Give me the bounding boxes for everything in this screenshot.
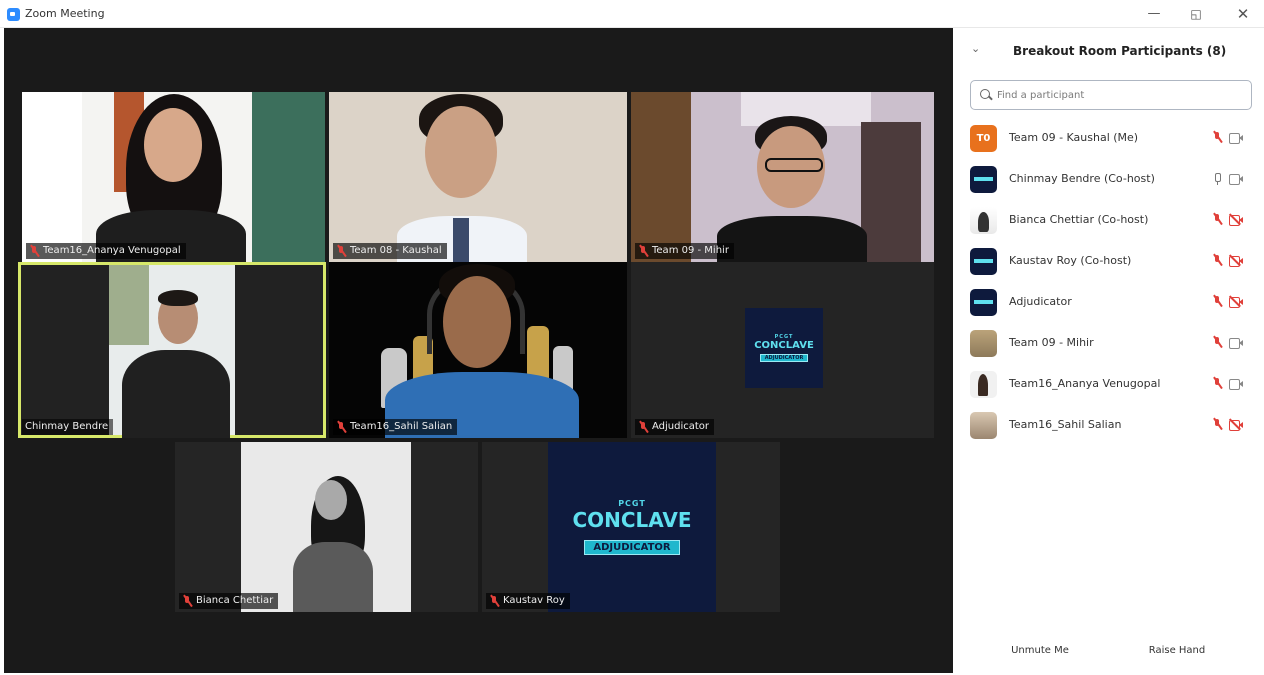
mic-muted-icon: [638, 421, 648, 433]
video-tile[interactable]: PCGT CONCLAVE ADJUDICATOR Adjudicator: [631, 262, 934, 438]
minimize-button[interactable]: —: [1139, 4, 1169, 24]
tile-label: Team16_Ananya Venugopal: [26, 243, 186, 259]
mic-muted-icon: [489, 595, 499, 607]
title-bar: Zoom Meeting — ◱ ✕: [0, 0, 1264, 28]
avatar: [970, 371, 997, 398]
close-button[interactable]: ✕: [1228, 4, 1258, 24]
video-tile[interactable]: Team16_Sahil Salian: [329, 262, 627, 438]
mic-muted-icon[interactable]: [1212, 254, 1222, 268]
camera-off-icon[interactable]: [1228, 213, 1243, 226]
zoom-app-icon: [7, 8, 20, 21]
participant-search[interactable]: [970, 80, 1252, 110]
camera-icon[interactable]: [1229, 338, 1243, 349]
camera-off-icon[interactable]: [1228, 418, 1243, 431]
participant-row[interactable]: Kaustav Roy (Co-host): [953, 240, 1264, 281]
tile-label: Bianca Chettiar: [179, 593, 279, 609]
mic-muted-icon[interactable]: [1212, 377, 1222, 391]
window-title: Zoom Meeting: [25, 7, 105, 20]
participant-name: Adjudicator: [1009, 295, 1072, 308]
collapse-chevron-icon[interactable]: ⌄: [971, 42, 980, 55]
mic-icon[interactable]: [1212, 172, 1222, 186]
camera-off-icon[interactable]: [1228, 254, 1243, 267]
avatar: [970, 289, 997, 316]
tile-label: Team 08 - Kaushal: [333, 243, 447, 259]
participants-panel: ⌄ Breakout Room Participants (8) T0 Team…: [953, 28, 1264, 675]
mic-muted-icon[interactable]: [1212, 336, 1222, 350]
video-tile[interactable]: Team 08 - Kaushal: [329, 92, 627, 262]
avatar: [970, 207, 997, 234]
tile-label: Kaustav Roy: [486, 593, 570, 609]
participant-row[interactable]: Bianca Chettiar (Co-host): [953, 199, 1264, 240]
tile-label: Adjudicator: [635, 419, 715, 435]
mic-muted-icon[interactable]: [1212, 131, 1222, 145]
participant-name: Team16_Sahil Salian: [1009, 418, 1122, 431]
participant-row[interactable]: Team16_Ananya Venugopal: [953, 363, 1264, 404]
participant-row[interactable]: Chinmay Bendre (Co-host): [953, 158, 1264, 199]
avatar: [970, 166, 997, 193]
unmute-me-button[interactable]: Unmute Me: [1000, 637, 1080, 663]
tile-label: Team16_Sahil Salian: [333, 419, 458, 435]
camera-icon[interactable]: [1229, 133, 1243, 144]
mic-muted-icon: [638, 245, 648, 257]
avatar: [970, 248, 997, 275]
search-icon: [980, 89, 990, 99]
raise-hand-button[interactable]: Raise Hand: [1135, 637, 1219, 663]
mic-muted-icon[interactable]: [1212, 295, 1222, 309]
mic-muted-icon[interactable]: [1212, 418, 1222, 432]
mic-muted-icon: [336, 421, 346, 433]
participant-name: Chinmay Bendre (Co-host): [1009, 172, 1155, 185]
video-tile[interactable]: PCGT CONCLAVE ADJUDICATOR Kaustav Roy: [482, 442, 780, 612]
mic-muted-icon: [182, 595, 192, 607]
participant-name: Team 09 - Mihir: [1009, 336, 1094, 349]
mic-muted-icon: [336, 245, 346, 257]
restore-button[interactable]: ◱: [1181, 4, 1211, 24]
participant-row[interactable]: Adjudicator: [953, 281, 1264, 322]
conclave-logo: PCGT CONCLAVE ADJUDICATOR: [745, 308, 823, 388]
participant-name: Team 09 - Kaushal (Me): [1009, 131, 1139, 144]
search-input[interactable]: [997, 86, 1247, 104]
participant-row[interactable]: Team16_Sahil Salian: [953, 404, 1264, 445]
video-tile[interactable]: Bianca Chettiar: [175, 442, 478, 612]
participant-row[interactable]: T0 Team 09 - Kaushal (Me): [953, 117, 1264, 158]
mic-muted-icon[interactable]: [1212, 213, 1222, 227]
camera-off-icon[interactable]: [1228, 295, 1243, 308]
participant-name: Team16_Ananya Venugopal: [1009, 377, 1161, 390]
video-gallery: Team16_Ananya Venugopal Team 08 - Kausha…: [4, 28, 953, 673]
tile-label: Chinmay Bendre: [22, 419, 114, 435]
video-tile[interactable]: Team 09 - Mihir: [631, 92, 934, 262]
mic-muted-icon: [29, 245, 39, 257]
participant-name: Bianca Chettiar (Co-host): [1009, 213, 1149, 226]
video-tile-active-speaker[interactable]: Chinmay Bendre: [18, 262, 326, 438]
tile-label: Team 09 - Mihir: [635, 243, 734, 259]
avatar: [970, 412, 997, 439]
participant-row[interactable]: Team 09 - Mihir: [953, 322, 1264, 363]
participant-name: Kaustav Roy (Co-host): [1009, 254, 1132, 267]
avatar: T0: [970, 125, 997, 152]
avatar: [970, 330, 997, 357]
camera-icon[interactable]: [1229, 174, 1243, 185]
participant-list: T0 Team 09 - Kaushal (Me) Chinmay Bendre…: [953, 117, 1264, 445]
panel-title: Breakout Room Participants (8): [1013, 44, 1227, 58]
camera-icon[interactable]: [1229, 379, 1243, 390]
conclave-logo: PCGT CONCLAVE ADJUDICATOR: [548, 442, 716, 612]
video-tile[interactable]: Team16_Ananya Venugopal: [22, 92, 325, 262]
